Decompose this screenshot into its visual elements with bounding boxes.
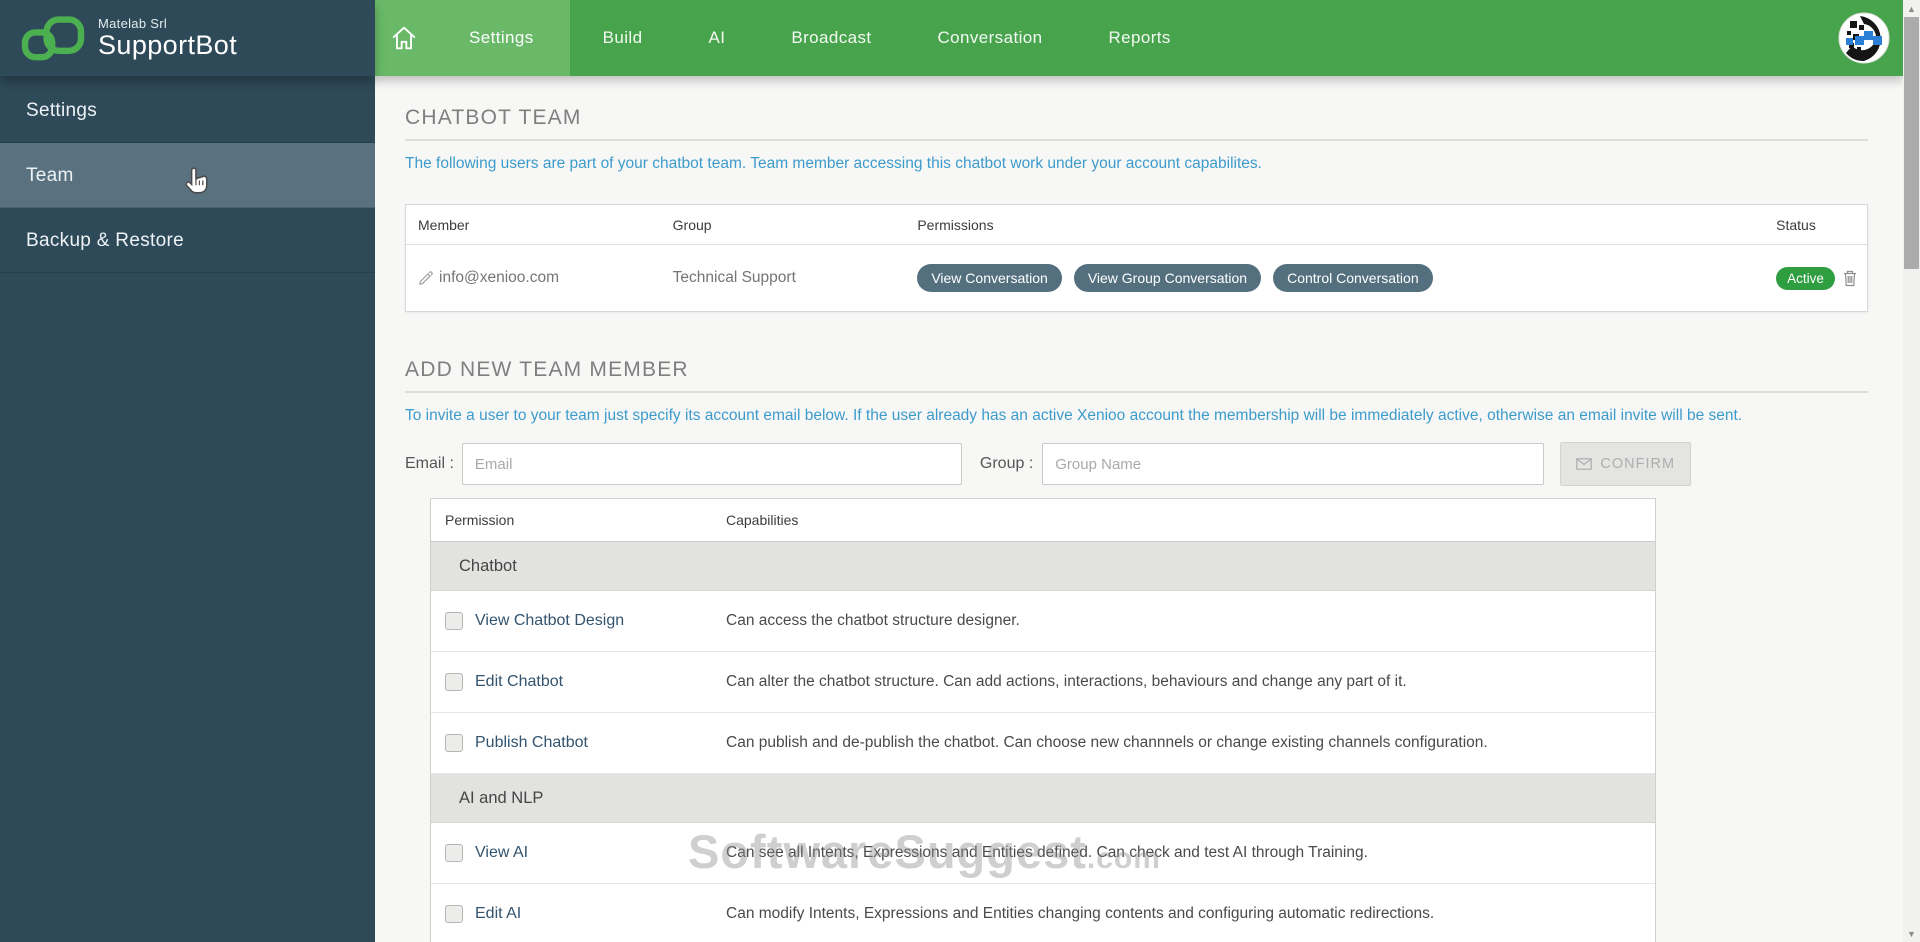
nav-tab-settings[interactable]: Settings: [433, 0, 570, 76]
permission-label: Edit Chatbot: [475, 673, 564, 690]
checkbox-view-chatbot-design[interactable]: [445, 612, 463, 630]
permissions-table-header: Permission Capabilities: [431, 499, 1655, 542]
top-navigation: Settings Build AI Broadcast Conversation…: [375, 0, 1903, 76]
envelope-icon: [1576, 458, 1593, 470]
chatbot-team-title: CHATBOT TEAM: [405, 106, 1868, 141]
app-logo[interactable]: Matelab Srl SupportBot: [0, 0, 375, 76]
sidebar: Matelab Srl SupportBot Settings Team Bac…: [0, 0, 375, 942]
checkbox-view-ai[interactable]: [445, 844, 463, 862]
nav-active-group: Settings: [375, 0, 570, 76]
scroll-down-icon[interactable]: ▼: [1903, 925, 1920, 942]
header-capabilities: Capabilities: [726, 512, 799, 528]
group-name-field[interactable]: [1042, 443, 1545, 485]
home-button[interactable]: [375, 0, 433, 76]
permission-row-publish-chatbot: Publish Chatbot Can publish and de-publi…: [431, 713, 1655, 774]
status-badge: Active: [1776, 266, 1835, 290]
permission-capability: Can alter the chatbot structure. Can add…: [726, 673, 1407, 690]
permission-capability: Can publish and de-publish the chatbot. …: [726, 734, 1488, 751]
permission-row-view-ai: View AI Can see all Intents, Expressions…: [431, 823, 1655, 884]
member-email: info@xenioo.com: [439, 269, 559, 286]
sidebar-menu: Settings Team Backup & Restore: [0, 78, 375, 273]
chatbot-team-description: The following users are part of your cha…: [405, 155, 1262, 172]
member-group: Technical Support: [672, 269, 796, 286]
checkbox-edit-ai[interactable]: [445, 905, 463, 923]
section-ai-nlp: AI and NLP: [431, 774, 1655, 823]
sidebar-item-settings[interactable]: Settings: [0, 78, 375, 143]
add-member-title: ADD NEW TEAM MEMBER: [405, 358, 1868, 393]
scrollbar-thumb[interactable]: [1904, 17, 1919, 269]
permission-row-edit-chatbot: Edit Chatbot Can alter the chatbot struc…: [431, 652, 1655, 713]
delete-member-icon[interactable]: [1843, 270, 1857, 287]
infinity-logo-icon: [20, 14, 86, 62]
team-table-header: Member Group Permissions Status: [406, 205, 1867, 245]
app-name: SupportBot: [98, 30, 238, 61]
header-group: Group: [672, 216, 712, 233]
table-row: info@xenioo.com Technical Support View C…: [406, 245, 1867, 311]
main-content: CHATBOT TEAM The following users are par…: [375, 76, 1903, 942]
email-label: Email :: [405, 455, 454, 472]
permission-row-view-chatbot-design: View Chatbot Design Can access the chatb…: [431, 591, 1655, 652]
nav-tab-broadcast[interactable]: Broadcast: [758, 0, 904, 76]
permission-label: Edit AI: [475, 905, 522, 922]
permission-badge: View Group Conversation: [1073, 264, 1262, 292]
confirm-button[interactable]: CONFIRM: [1560, 442, 1692, 486]
permission-label: View Chatbot Design: [475, 612, 625, 629]
group-label: Group :: [979, 455, 1034, 472]
permission-badge: View Conversation: [917, 264, 1062, 292]
edit-member-icon[interactable]: [418, 270, 433, 286]
permission-capability: Can access the chatbot structure designe…: [726, 612, 1020, 629]
sidebar-item-backup-restore[interactable]: Backup & Restore: [0, 208, 375, 273]
sidebar-item-team[interactable]: Team: [0, 143, 375, 208]
member-permissions: View Conversation View Group Conversatio…: [905, 264, 1764, 292]
header-status: Status: [1776, 216, 1816, 233]
header-member: Member: [418, 216, 470, 233]
permission-capability: Can see all Intents, Expressions and Ent…: [726, 844, 1368, 861]
nav-tab-build[interactable]: Build: [570, 0, 676, 76]
account-avatar[interactable]: [1838, 12, 1890, 64]
nav-tab-reports[interactable]: Reports: [1075, 0, 1203, 76]
nav-tab-conversation[interactable]: Conversation: [904, 0, 1075, 76]
company-name: Matelab Srl: [98, 16, 168, 32]
add-member-description: To invite a user to your team just speci…: [405, 407, 1743, 424]
header-permission: Permission: [445, 512, 515, 528]
scroll-up-icon[interactable]: ▲: [1903, 0, 1920, 17]
permission-capability: Can modify Intents, Expressions and Enti…: [726, 905, 1435, 922]
team-members-table: Member Group Permissions Status info@xen…: [405, 204, 1868, 312]
checkbox-edit-chatbot[interactable]: [445, 673, 463, 691]
confirm-button-label: CONFIRM: [1600, 456, 1676, 472]
permission-label: Publish Chatbot: [475, 734, 588, 751]
email-field[interactable]: [461, 443, 962, 485]
checkbox-publish-chatbot[interactable]: [445, 734, 463, 752]
section-chatbot: Chatbot: [431, 542, 1655, 591]
permission-label: View AI: [475, 844, 529, 861]
header-permissions: Permissions: [917, 216, 994, 233]
permissions-table: Permission Capabilities Chatbot View Cha…: [430, 498, 1656, 942]
permission-badge: Control Conversation: [1273, 264, 1433, 292]
vertical-scrollbar[interactable]: ▲ ▼: [1903, 0, 1920, 942]
permission-row-edit-ai: Edit AI Can modify Intents, Expressions …: [431, 884, 1655, 942]
nav-tab-ai[interactable]: AI: [675, 0, 758, 76]
home-icon: [389, 23, 419, 53]
invite-form: Email : Group : CONFIRM: [405, 442, 1868, 486]
